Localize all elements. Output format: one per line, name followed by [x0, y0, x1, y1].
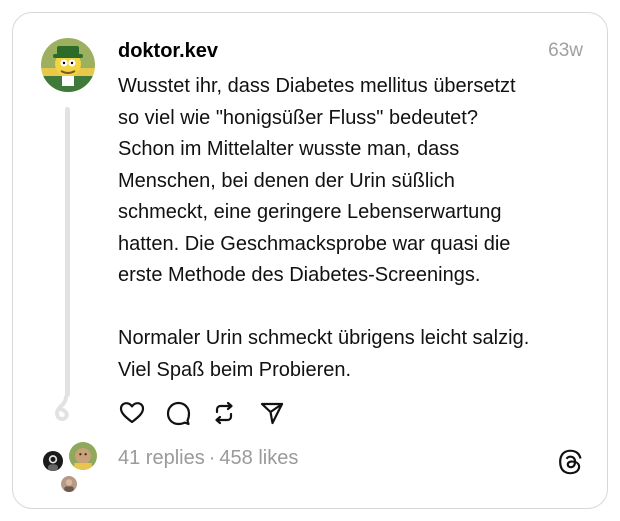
post-timestamp[interactable]: 63w [548, 38, 583, 64]
share-button[interactable] [258, 399, 286, 427]
reply-avatar[interactable] [67, 440, 99, 472]
replies-count-link[interactable]: 41 replies [118, 447, 205, 469]
post-line: so viel wie "honigsüßer Fluss" bedeutet? [118, 106, 478, 129]
avatar-image [43, 451, 63, 471]
send-icon [260, 402, 284, 425]
post-body: Wusstet ihr, dass Diabetes mellitus über… [118, 71, 598, 386]
avatar-image [69, 442, 97, 470]
stats-separator: · [208, 447, 216, 469]
reply-button[interactable] [164, 399, 192, 427]
post-card: doktor.kev 63w Wusstet ihr, dass Diabete… [12, 12, 608, 509]
post-line: erste Methode des Diabetes-Screenings. [118, 264, 481, 286]
thread-line [65, 107, 70, 397]
post-line: Normaler Urin schmeckt übrigens leicht s… [118, 327, 530, 349]
post-stats: 41 replies · 458 likes [118, 445, 298, 471]
repost-icon [215, 401, 233, 425]
post-line: Viel Spaß beim Probieren. [118, 358, 352, 381]
reply-avatar[interactable] [41, 449, 65, 473]
username[interactable]: doktor.kev [118, 38, 218, 64]
reply-avatar[interactable] [59, 474, 79, 494]
post-line: Menschen, bei denen der Urin süßlich [118, 169, 455, 192]
avatar-image [41, 38, 95, 92]
likes-count-link[interactable]: 458 likes [219, 447, 298, 469]
threads-logo-icon[interactable] [557, 449, 583, 475]
post-line: Schon im Mittelalter wusste man, dass [118, 138, 460, 160]
repost-button[interactable] [210, 399, 238, 427]
post-line: Wusstet ihr, dass Diabetes mellitus über… [118, 75, 516, 97]
comment-icon [166, 401, 191, 426]
thread-loop-icon [54, 395, 69, 422]
post-line: hatten. Die Geschmacksprobe war quasi di… [118, 232, 511, 255]
heart-icon [119, 402, 145, 424]
post-line: schmeckt, eine geringere Lebenserwartung [118, 201, 502, 223]
avatar-image [61, 476, 77, 492]
author-avatar[interactable] [41, 38, 95, 92]
like-button[interactable] [118, 399, 146, 427]
